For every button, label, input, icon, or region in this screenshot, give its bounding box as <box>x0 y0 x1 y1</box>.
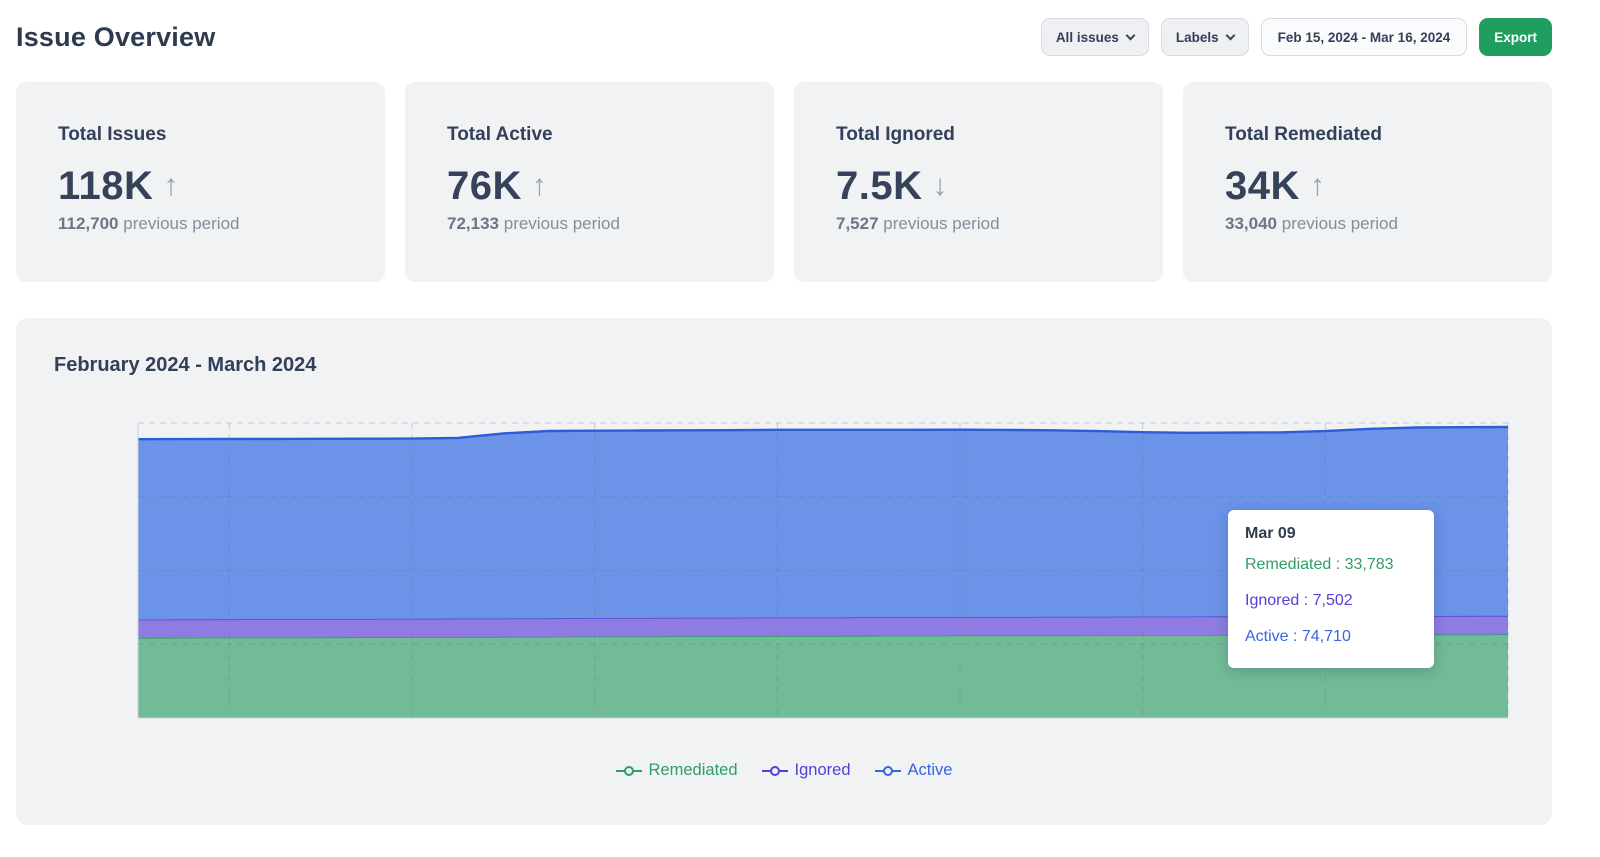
chart-tooltip: Mar 09 Remediated : 33,783 Ignored : 7,5… <box>1228 510 1434 668</box>
previous-period-text: 33,040 previous period <box>1225 214 1510 234</box>
total-ignored-card: Total Ignored 7.5K ↓ 7,527 previous peri… <box>794 82 1163 282</box>
tooltip-remediated-value: Remediated : 33,783 <box>1245 547 1417 583</box>
card-value: 118K <box>58 166 153 206</box>
card-value: 7.5K <box>836 166 923 206</box>
card-value: 76K <box>447 166 522 206</box>
issues-chart-panel: February 2024 - March 2024 Mar 09 Remedi… <box>16 318 1552 825</box>
legend-item-remediated[interactable]: Remediated <box>616 761 738 780</box>
legend-label: Remediated <box>649 761 738 780</box>
trend-up-icon: ↑ <box>1310 171 1325 201</box>
legend-label: Ignored <box>795 761 851 780</box>
header-controls: All issues Labels Feb 15, 2024 - Mar 16,… <box>1041 18 1552 56</box>
date-range-picker[interactable]: Feb 15, 2024 - Mar 16, 2024 <box>1261 18 1468 56</box>
stats-row: Total Issues 118K ↑ 112,700 previous per… <box>16 82 1552 282</box>
remediated-line-marker-icon <box>616 765 642 777</box>
card-title: Total Active <box>447 124 732 146</box>
chart-title: February 2024 - March 2024 <box>54 354 316 377</box>
chart-legend: Remediated Ignored Active <box>16 761 1552 780</box>
chevron-down-icon <box>1125 30 1135 40</box>
page-header: Issue Overview All issues Labels Feb 15,… <box>16 0 1552 66</box>
card-title: Total Issues <box>58 124 343 146</box>
previous-period-text: 72,133 previous period <box>447 214 732 234</box>
total-active-card: Total Active 76K ↑ 72,133 previous perio… <box>405 82 774 282</box>
total-remediated-card: Total Remediated 34K ↑ 33,040 previous p… <box>1183 82 1552 282</box>
labels-dropdown-label: Labels <box>1176 30 1219 45</box>
all-issues-dropdown[interactable]: All issues <box>1041 18 1149 56</box>
chevron-down-icon <box>1225 30 1235 40</box>
page-title: Issue Overview <box>16 22 215 53</box>
all-issues-dropdown-label: All issues <box>1056 30 1119 45</box>
previous-period-text: 112,700 previous period <box>58 214 343 234</box>
export-button[interactable]: Export <box>1479 18 1552 56</box>
total-issues-card: Total Issues 118K ↑ 112,700 previous per… <box>16 82 385 282</box>
legend-item-ignored[interactable]: Ignored <box>762 761 851 780</box>
ignored-line-marker-icon <box>762 765 788 777</box>
date-range-label: Feb 15, 2024 - Mar 16, 2024 <box>1278 30 1451 45</box>
tooltip-date: Mar 09 <box>1245 525 1417 543</box>
card-title: Total Ignored <box>836 124 1121 146</box>
tooltip-active-value: Active : 74,710 <box>1245 619 1417 655</box>
trend-up-icon: ↑ <box>163 171 178 201</box>
card-title: Total Remediated <box>1225 124 1510 146</box>
card-value: 34K <box>1225 166 1300 206</box>
trend-up-icon: ↑ <box>532 171 547 201</box>
legend-item-active[interactable]: Active <box>875 761 953 780</box>
issue-overview-page: Issue Overview All issues Labels Feb 15,… <box>0 0 1600 825</box>
trend-down-icon: ↓ <box>933 171 948 201</box>
previous-period-text: 7,527 previous period <box>836 214 1121 234</box>
legend-label: Active <box>908 761 953 780</box>
active-line-marker-icon <box>875 765 901 777</box>
tooltip-ignored-value: Ignored : 7,502 <box>1245 583 1417 619</box>
labels-dropdown[interactable]: Labels <box>1161 18 1249 56</box>
